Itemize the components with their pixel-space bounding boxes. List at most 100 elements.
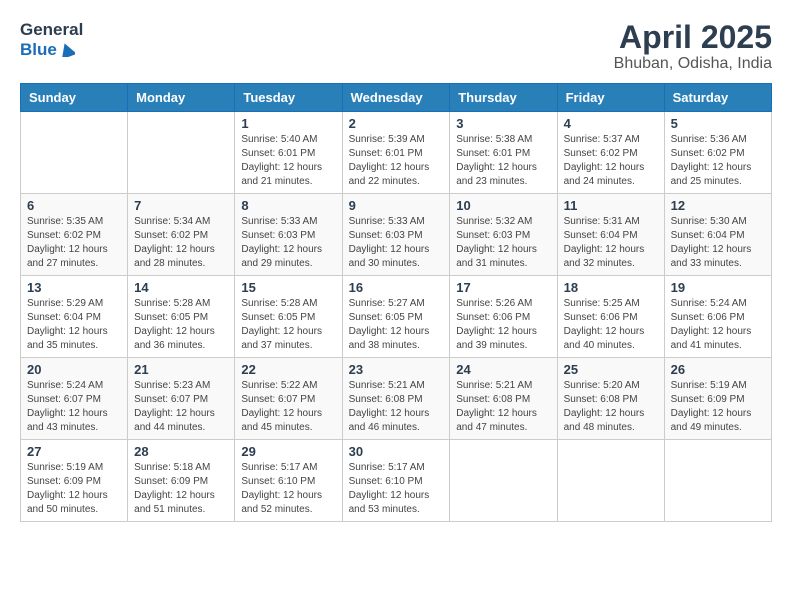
weekday-header-thursday: Thursday: [450, 84, 557, 112]
day-info: Sunrise: 5:29 AM Sunset: 6:04 PM Dayligh…: [27, 297, 121, 353]
calendar-cell: 2 Sunrise: 5:39 AM Sunset: 6:01 PM Daylig…: [342, 112, 450, 194]
day-number: 13: [27, 280, 121, 295]
location-title: Bhuban, Odisha, India: [614, 55, 772, 73]
day-number: 14: [134, 280, 228, 295]
month-title: April 2025: [614, 20, 772, 55]
logo: General Blue: [20, 20, 83, 60]
day-info: Sunrise: 5:36 AM Sunset: 6:02 PM Dayligh…: [671, 133, 765, 189]
day-info: Sunrise: 5:33 AM Sunset: 6:03 PM Dayligh…: [241, 215, 335, 271]
day-info: Sunrise: 5:34 AM Sunset: 6:02 PM Dayligh…: [134, 215, 228, 271]
calendar-cell: 16 Sunrise: 5:27 AM Sunset: 6:05 PM Dayli…: [342, 276, 450, 358]
day-number: 8: [241, 198, 335, 213]
day-info: Sunrise: 5:22 AM Sunset: 6:07 PM Dayligh…: [241, 379, 335, 435]
calendar-cell: 22 Sunrise: 5:22 AM Sunset: 6:07 PM Dayli…: [235, 358, 342, 440]
day-number: 27: [27, 444, 121, 459]
calendar-cell: 30Sunrise: 5:17 AM Sunset: 6:10 PM Dayli…: [342, 440, 450, 522]
calendar-cell: 24 Sunrise: 5:21 AM Sunset: 6:08 PM Dayli…: [450, 358, 557, 440]
day-info: Sunrise: 5:21 AM Sunset: 6:08 PM Dayligh…: [349, 379, 444, 435]
calendar-week-4: 20 Sunrise: 5:24 AM Sunset: 6:07 PM Dayli…: [21, 358, 772, 440]
title-section: April 2025 Bhuban, Odisha, India: [614, 20, 772, 73]
calendar-cell: 25 Sunrise: 5:20 AM Sunset: 6:08 PM Dayli…: [557, 358, 664, 440]
day-info: Sunrise: 5:24 AM Sunset: 6:07 PM Dayligh…: [27, 379, 121, 435]
calendar-cell: 3 Sunrise: 5:38 AM Sunset: 6:01 PM Daylig…: [450, 112, 557, 194]
day-info: Sunrise: 5:28 AM Sunset: 6:05 PM Dayligh…: [134, 297, 228, 353]
day-number: 20: [27, 362, 121, 377]
day-number: 16: [349, 280, 444, 295]
day-info: Sunrise: 5:30 AM Sunset: 6:04 PM Dayligh…: [671, 215, 765, 271]
calendar-cell: 29 Sunrise: 5:17 AM Sunset: 6:10 PM Dayli…: [235, 440, 342, 522]
calendar-cell: 6 Sunrise: 5:35 AM Sunset: 6:02 PM Daylig…: [21, 194, 128, 276]
day-info: Sunrise: 5:23 AM Sunset: 6:07 PM Dayligh…: [134, 379, 228, 435]
logo-blue: Blue: [20, 40, 57, 60]
calendar-cell: 1 Sunrise: 5:40 AM Sunset: 6:01 PM Daylig…: [235, 112, 342, 194]
day-number: 2: [349, 116, 444, 131]
calendar-cell: 15Sunrise: 5:28 AM Sunset: 6:05 PM Dayli…: [235, 276, 342, 358]
day-number: 10: [456, 198, 550, 213]
day-info: Sunrise: 5:32 AM Sunset: 6:03 PM Dayligh…: [456, 215, 550, 271]
calendar-cell: 27 Sunrise: 5:19 AM Sunset: 6:09 PM Dayli…: [21, 440, 128, 522]
calendar-cell: 21 Sunrise: 5:23 AM Sunset: 6:07 PM Dayli…: [128, 358, 235, 440]
day-info: Sunrise: 5:27 AM Sunset: 6:05 PM Dayligh…: [349, 297, 444, 353]
day-number: 3: [456, 116, 550, 131]
calendar-cell: 19Sunrise: 5:24 AM Sunset: 6:06 PM Dayli…: [664, 276, 771, 358]
day-info: Sunrise: 5:26 AM Sunset: 6:06 PM Dayligh…: [456, 297, 550, 353]
calendar-week-1: 1 Sunrise: 5:40 AM Sunset: 6:01 PM Daylig…: [21, 112, 772, 194]
calendar-week-5: 27 Sunrise: 5:19 AM Sunset: 6:09 PM Dayli…: [21, 440, 772, 522]
day-info: Sunrise: 5:20 AM Sunset: 6:08 PM Dayligh…: [564, 379, 658, 435]
day-info: Sunrise: 5:18 AM Sunset: 6:09 PM Dayligh…: [134, 461, 228, 517]
day-info: Sunrise: 5:19 AM Sunset: 6:09 PM Dayligh…: [27, 461, 121, 517]
logo-bottom: Blue: [20, 40, 83, 60]
day-info: Sunrise: 5:40 AM Sunset: 6:01 PM Dayligh…: [241, 133, 335, 189]
calendar-cell: [21, 112, 128, 194]
calendar-cell: 13 Sunrise: 5:29 AM Sunset: 6:04 PM Dayli…: [21, 276, 128, 358]
day-info: Sunrise: 5:31 AM Sunset: 6:04 PM Dayligh…: [564, 215, 658, 271]
logo-arrow-icon: [59, 43, 75, 57]
calendar-cell: 7Sunrise: 5:34 AM Sunset: 6:02 PM Daylig…: [128, 194, 235, 276]
calendar-cell: 10 Sunrise: 5:32 AM Sunset: 6:03 PM Dayli…: [450, 194, 557, 276]
day-number: 9: [349, 198, 444, 213]
logo-general: General: [20, 20, 83, 40]
calendar-cell: 20 Sunrise: 5:24 AM Sunset: 6:07 PM Dayli…: [21, 358, 128, 440]
calendar-cell: 23 Sunrise: 5:21 AM Sunset: 6:08 PM Dayli…: [342, 358, 450, 440]
calendar-cell: 8 Sunrise: 5:33 AM Sunset: 6:03 PM Daylig…: [235, 194, 342, 276]
day-number: 18: [564, 280, 658, 295]
day-number: 29: [241, 444, 335, 459]
calendar-cell: 28 Sunrise: 5:18 AM Sunset: 6:09 PM Dayli…: [128, 440, 235, 522]
day-number: 11: [564, 198, 658, 213]
day-number: 30: [349, 444, 444, 459]
day-number: 6: [27, 198, 121, 213]
weekday-header-saturday: Saturday: [664, 84, 771, 112]
calendar-cell: 4Sunrise: 5:37 AM Sunset: 6:02 PM Daylig…: [557, 112, 664, 194]
day-number: 25: [564, 362, 658, 377]
day-info: Sunrise: 5:35 AM Sunset: 6:02 PM Dayligh…: [27, 215, 121, 271]
calendar-table: SundayMondayTuesdayWednesdayThursdayFrid…: [20, 83, 772, 522]
calendar-cell: 18 Sunrise: 5:25 AM Sunset: 6:06 PM Dayli…: [557, 276, 664, 358]
calendar-cell: 26 Sunrise: 5:19 AM Sunset: 6:09 PM Dayli…: [664, 358, 771, 440]
day-number: 26: [671, 362, 765, 377]
day-info: Sunrise: 5:19 AM Sunset: 6:09 PM Dayligh…: [671, 379, 765, 435]
day-info: Sunrise: 5:17 AM Sunset: 6:10 PM Dayligh…: [241, 461, 335, 517]
calendar-cell: 12 Sunrise: 5:30 AM Sunset: 6:04 PM Dayli…: [664, 194, 771, 276]
day-number: 24: [456, 362, 550, 377]
calendar-cell: 11 Sunrise: 5:31 AM Sunset: 6:04 PM Dayli…: [557, 194, 664, 276]
calendar-week-3: 13 Sunrise: 5:29 AM Sunset: 6:04 PM Dayli…: [21, 276, 772, 358]
day-number: 12: [671, 198, 765, 213]
day-info: Sunrise: 5:39 AM Sunset: 6:01 PM Dayligh…: [349, 133, 444, 189]
weekday-header-row: SundayMondayTuesdayWednesdayThursdayFrid…: [21, 84, 772, 112]
day-info: Sunrise: 5:38 AM Sunset: 6:01 PM Dayligh…: [456, 133, 550, 189]
day-number: 1: [241, 116, 335, 131]
weekday-header-tuesday: Tuesday: [235, 84, 342, 112]
day-number: 22: [241, 362, 335, 377]
weekday-header-friday: Friday: [557, 84, 664, 112]
calendar-cell: 17Sunrise: 5:26 AM Sunset: 6:06 PM Dayli…: [450, 276, 557, 358]
day-info: Sunrise: 5:28 AM Sunset: 6:05 PM Dayligh…: [241, 297, 335, 353]
calendar-cell: [128, 112, 235, 194]
day-info: Sunrise: 5:25 AM Sunset: 6:06 PM Dayligh…: [564, 297, 658, 353]
calendar-cell: 14 Sunrise: 5:28 AM Sunset: 6:05 PM Dayli…: [128, 276, 235, 358]
day-number: 21: [134, 362, 228, 377]
day-number: 23: [349, 362, 444, 377]
day-info: Sunrise: 5:21 AM Sunset: 6:08 PM Dayligh…: [456, 379, 550, 435]
day-number: 5: [671, 116, 765, 131]
calendar-week-2: 6 Sunrise: 5:35 AM Sunset: 6:02 PM Daylig…: [21, 194, 772, 276]
day-number: 28: [134, 444, 228, 459]
